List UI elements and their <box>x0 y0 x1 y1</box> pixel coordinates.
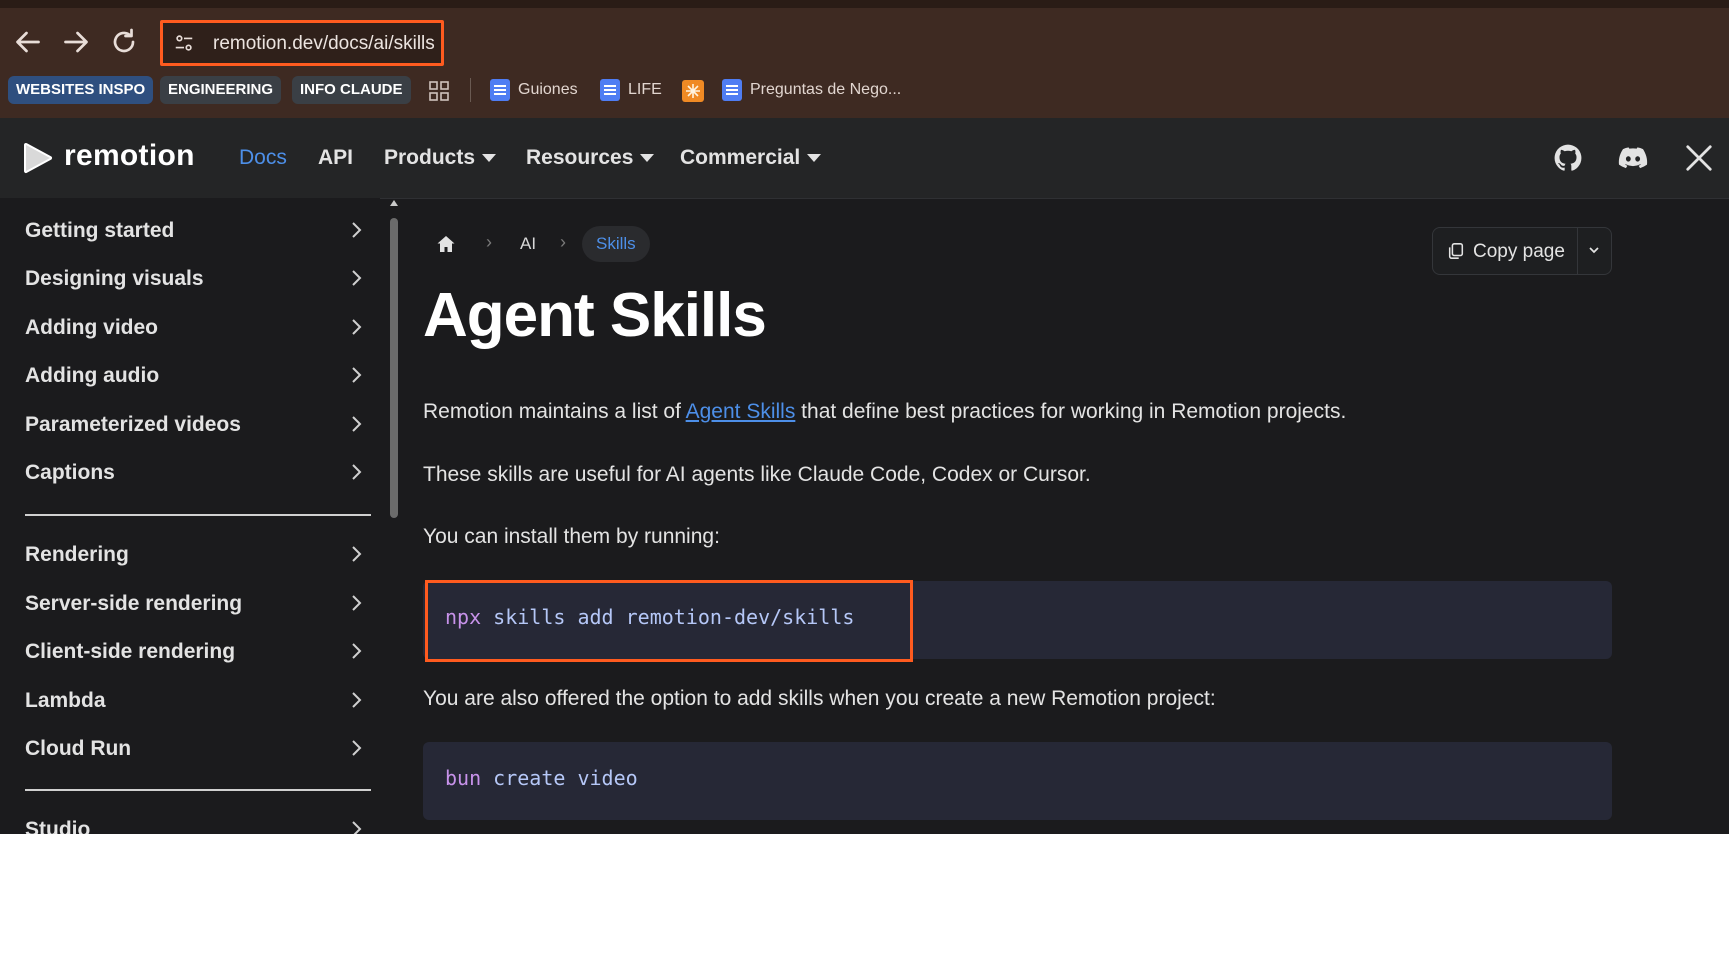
forward-arrow-icon[interactable] <box>58 24 94 60</box>
caret-down-icon <box>807 154 822 163</box>
scrollbar-thumb[interactable] <box>390 218 398 518</box>
chevron-right-icon <box>352 692 362 708</box>
create-command[interactable]: bun create video <box>445 766 638 790</box>
code-block-create[interactable]: bun create video <box>423 742 1612 820</box>
browser-chrome: remotion.dev/docs/ai/skills WEBSITES INS… <box>0 0 1729 118</box>
agent-skills-link[interactable]: Agent Skills <box>686 400 796 423</box>
sidebar-item-adding-audio[interactable]: Adding audio <box>25 356 365 396</box>
chevron-right-icon <box>352 222 362 238</box>
sidebar-item-getting-started[interactable]: Getting started <box>25 211 365 251</box>
remotion-logo-icon <box>24 143 52 173</box>
back-arrow-icon[interactable] <box>10 24 46 60</box>
sidebar-item-cloud-run[interactable]: Cloud Run <box>25 729 365 769</box>
caret-down-icon <box>640 154 655 163</box>
doc-icon <box>490 78 510 101</box>
docs-sidebar: Getting started Designing visuals Adding… <box>0 198 380 834</box>
intro-paragraph: Remotion maintains a list of Agent Skill… <box>423 400 1347 423</box>
chevron-right-icon <box>352 595 362 611</box>
sidebar-item-server-side-rendering[interactable]: Server-side rendering <box>25 584 365 624</box>
chevron-right-icon <box>352 821 362 834</box>
bookmark-folder-engineering[interactable]: ENGINEERING <box>160 76 282 104</box>
chevron-right-icon <box>352 270 362 286</box>
chevron-right-icon <box>352 546 362 562</box>
breadcrumb-item-ai[interactable]: AI <box>520 234 536 254</box>
chevron-right-icon <box>352 319 362 335</box>
sidebar-item-client-side-rendering[interactable]: Client-side rendering <box>25 632 365 672</box>
bookmark-folder-websites-inspo[interactable]: WEBSITES INSPO <box>8 76 154 104</box>
nav-docs[interactable]: Docs <box>239 146 287 170</box>
sidebar-item-rendering[interactable]: Rendering <box>25 535 365 575</box>
bookmark-folder-info-claude[interactable]: INFO CLAUDE <box>292 76 411 104</box>
bookmarks-divider <box>470 78 471 102</box>
bookmark-preguntas[interactable]: Preguntas de Nego... <box>722 76 901 104</box>
bookmark-guiones[interactable]: Guiones <box>490 76 578 104</box>
install-paragraph: You can install them by running: <box>423 525 720 548</box>
nav-api[interactable]: API <box>318 146 353 170</box>
breadcrumb-separator-icon: › <box>486 232 492 252</box>
sidebar-item-captions[interactable]: Captions <box>25 453 365 493</box>
github-icon[interactable] <box>1552 142 1584 174</box>
sidebar-divider <box>25 789 371 791</box>
chevron-right-icon <box>352 740 362 756</box>
nav-products[interactable]: Products <box>384 146 497 170</box>
sidebar-item-parameterized-videos[interactable]: Parameterized videos <box>25 405 365 445</box>
sidebar-item-designing-visuals[interactable]: Designing visuals <box>25 259 365 299</box>
copy-icon <box>1448 243 1464 259</box>
x-icon[interactable] <box>1684 142 1714 174</box>
chevron-down-icon[interactable] <box>1587 243 1601 257</box>
sidebar-divider <box>25 514 371 516</box>
sidebar-item-studio[interactable]: Studio <box>25 810 365 834</box>
url-text[interactable]: remotion.dev/docs/ai/skills <box>213 33 435 55</box>
browser-screen: remotion.dev/docs/ai/skills WEBSITES INS… <box>0 0 1729 834</box>
create-project-paragraph: You are also offered the option to add s… <box>423 687 1216 710</box>
breadcrumb-item-skills: Skills <box>582 226 650 262</box>
sidebar-item-adding-video[interactable]: Adding video <box>25 308 365 348</box>
address-bar[interactable]: remotion.dev/docs/ai/skills <box>160 20 444 66</box>
apps-grid-icon[interactable] <box>428 80 450 102</box>
chevron-right-icon <box>352 464 362 480</box>
copy-page-divider <box>1577 228 1578 274</box>
nav-resources[interactable]: Resources <box>526 146 655 170</box>
discord-icon[interactable] <box>1615 142 1651 174</box>
sidebar-item-lambda[interactable]: Lambda <box>25 681 365 721</box>
chevron-right-icon <box>352 416 362 432</box>
claude-logo-icon[interactable] <box>682 80 704 102</box>
brand-name: remotion <box>64 139 195 172</box>
chevron-right-icon <box>352 367 362 383</box>
nav-commercial[interactable]: Commercial <box>680 146 822 170</box>
annotation-highlight-box <box>425 580 913 662</box>
usage-paragraph: These skills are useful for AI agents li… <box>423 463 1091 486</box>
sidebar-scrollbar[interactable] <box>390 200 398 520</box>
home-icon[interactable] <box>436 234 456 254</box>
site-navbar: remotion Docs API Products Resources Com… <box>0 118 1729 198</box>
reload-icon[interactable] <box>106 24 142 60</box>
doc-icon <box>722 78 742 101</box>
copy-page-button[interactable]: Copy page <box>1432 227 1612 275</box>
chevron-right-icon <box>352 643 362 659</box>
scroll-up-arrow-icon[interactable] <box>390 200 398 206</box>
breadcrumb-separator-icon: › <box>560 232 566 252</box>
doc-icon <box>600 78 620 101</box>
caret-down-icon <box>482 154 497 163</box>
bookmark-life[interactable]: LIFE <box>600 76 662 104</box>
page-title: Agent Skills <box>423 281 767 350</box>
tab-strip <box>0 0 1729 8</box>
tune-icon[interactable] <box>173 32 195 54</box>
